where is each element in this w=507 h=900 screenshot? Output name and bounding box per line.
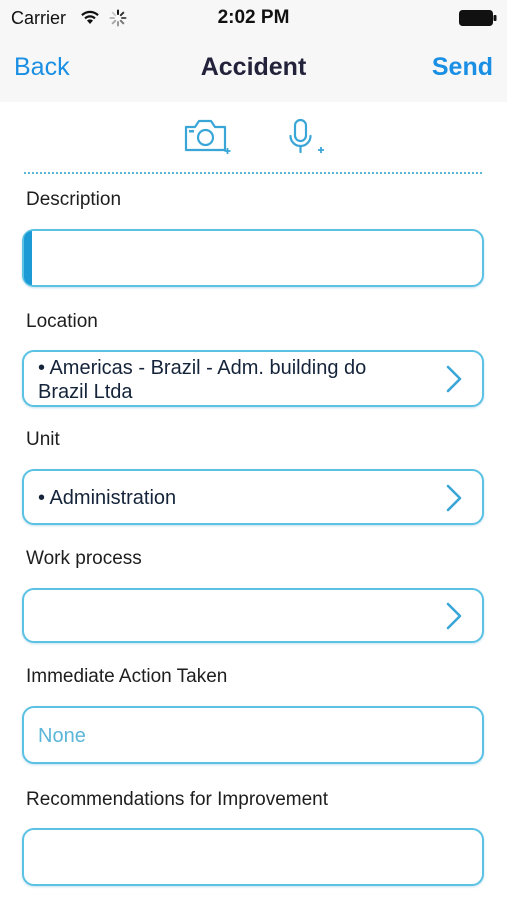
immediate-action-placeholder: None <box>38 725 86 747</box>
unit-selector[interactable]: • Administration <box>22 469 484 525</box>
description-label: Description <box>26 189 122 210</box>
chevron-right-icon <box>446 365 462 393</box>
description-input[interactable] <box>22 229 484 287</box>
chevron-right-icon <box>446 484 462 512</box>
work-process-selector[interactable] <box>22 588 484 643</box>
unit-value: • Administration <box>38 487 177 509</box>
text-cursor <box>24 231 32 285</box>
immediate-action-input[interactable]: None <box>22 706 484 764</box>
status-time: 2:02 PM <box>217 7 290 28</box>
work-process-label: Work process <box>26 548 142 569</box>
battery-icon <box>459 10 497 26</box>
location-value-line1: • Americas - Brazil - Adm. building do <box>38 357 367 379</box>
recommendations-input[interactable] <box>22 828 484 886</box>
location-selector[interactable]: • Americas - Brazil - Adm. building do B… <box>22 350 484 407</box>
nav-bar: Back Accident Send <box>0 36 507 102</box>
immediate-action-label: Immediate Action Taken <box>26 666 228 687</box>
chevron-right-icon <box>446 602 462 630</box>
microphone-add-icon[interactable] <box>287 117 329 157</box>
recommendations-label: Recommendations for Improvement <box>26 789 329 810</box>
status-bar: Carrier 2:02 PM <box>0 0 507 36</box>
location-value-line2: Brazil Ltda <box>38 381 133 403</box>
camera-add-icon[interactable] <box>183 117 233 157</box>
location-label: Location <box>26 311 98 332</box>
send-button[interactable]: Send <box>432 53 493 82</box>
toolbar-divider <box>24 172 482 174</box>
unit-label: Unit <box>26 429 60 450</box>
